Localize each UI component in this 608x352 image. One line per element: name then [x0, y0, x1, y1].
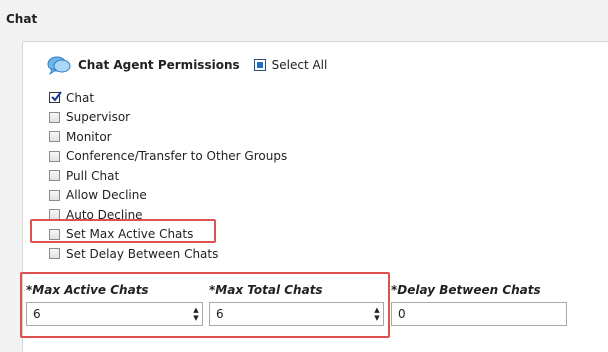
select-all-checkbox[interactable]: Select All — [253, 58, 328, 72]
delay-between-chats-input[interactable]: 0 — [391, 302, 567, 326]
max-active-chats-stepper[interactable]: ▲ ▼ — [190, 303, 202, 325]
permission-label: Conference/Transfer to Other Groups — [66, 149, 288, 164]
max-active-chats-spinner[interactable]: 6 ▲ ▼ — [26, 302, 203, 326]
spinner-up-icon[interactable]: ▲ — [193, 306, 198, 314]
highlight-set-max-active-chats — [30, 219, 216, 243]
max-total-chats-stepper[interactable]: ▲ ▼ — [371, 303, 383, 325]
permission-item-monitor[interactable]: Monitor — [49, 127, 287, 147]
max-total-chats-label: *Max Total Chats — [209, 283, 323, 297]
permission-item-supervisor[interactable]: Supervisor — [49, 108, 287, 128]
checkbox[interactable] — [49, 248, 60, 260]
permission-item-pull-chat[interactable]: Pull Chat — [49, 166, 287, 186]
section-title: Chat — [6, 12, 38, 26]
permission-label: Chat — [66, 90, 95, 105]
max-total-chats-spinner[interactable]: 6 ▲ ▼ — [209, 302, 384, 326]
permission-item-chat[interactable]: Chat — [49, 88, 287, 108]
max-active-chats-label: *Max Active Chats — [26, 283, 149, 297]
permissions-header: Chat Agent Permissions Select All — [46, 53, 327, 77]
permission-item-allow-decline[interactable]: Allow Decline — [49, 186, 287, 206]
permission-label: Allow Decline — [66, 188, 147, 203]
permission-label: Supervisor — [66, 110, 131, 125]
permission-label: Monitor — [66, 129, 112, 144]
max-total-chats-value[interactable]: 6 — [210, 307, 371, 321]
checkbox[interactable] — [49, 91, 62, 104]
delay-between-chats-value[interactable]: 0 — [392, 307, 566, 321]
checkbox[interactable] — [49, 170, 60, 182]
select-all-box[interactable] — [253, 59, 266, 71]
permission-item-conference-transfer[interactable]: Conference/Transfer to Other Groups — [49, 147, 287, 167]
spinner-down-icon[interactable]: ▼ — [374, 314, 379, 322]
max-active-chats-value[interactable]: 6 — [27, 307, 190, 321]
checkbox[interactable] — [49, 150, 60, 162]
checkbox[interactable] — [49, 131, 60, 143]
permissions-title: Chat Agent Permissions — [78, 58, 240, 72]
permission-label: Pull Chat — [66, 168, 120, 183]
checkbox[interactable] — [49, 111, 60, 123]
spinner-up-icon[interactable]: ▲ — [374, 306, 379, 314]
permission-item-set-delay-between-chats[interactable]: Set Delay Between Chats — [49, 244, 287, 264]
checkbox[interactable] — [49, 189, 60, 201]
permission-label: Set Delay Between Chats — [66, 246, 219, 261]
chat-bubbles-icon — [47, 56, 71, 75]
select-all-label: Select All — [271, 58, 328, 72]
checkmark-icon — [51, 91, 62, 102]
delay-between-chats-label: *Delay Between Chats — [391, 283, 541, 297]
spinner-down-icon[interactable]: ▼ — [193, 314, 198, 322]
